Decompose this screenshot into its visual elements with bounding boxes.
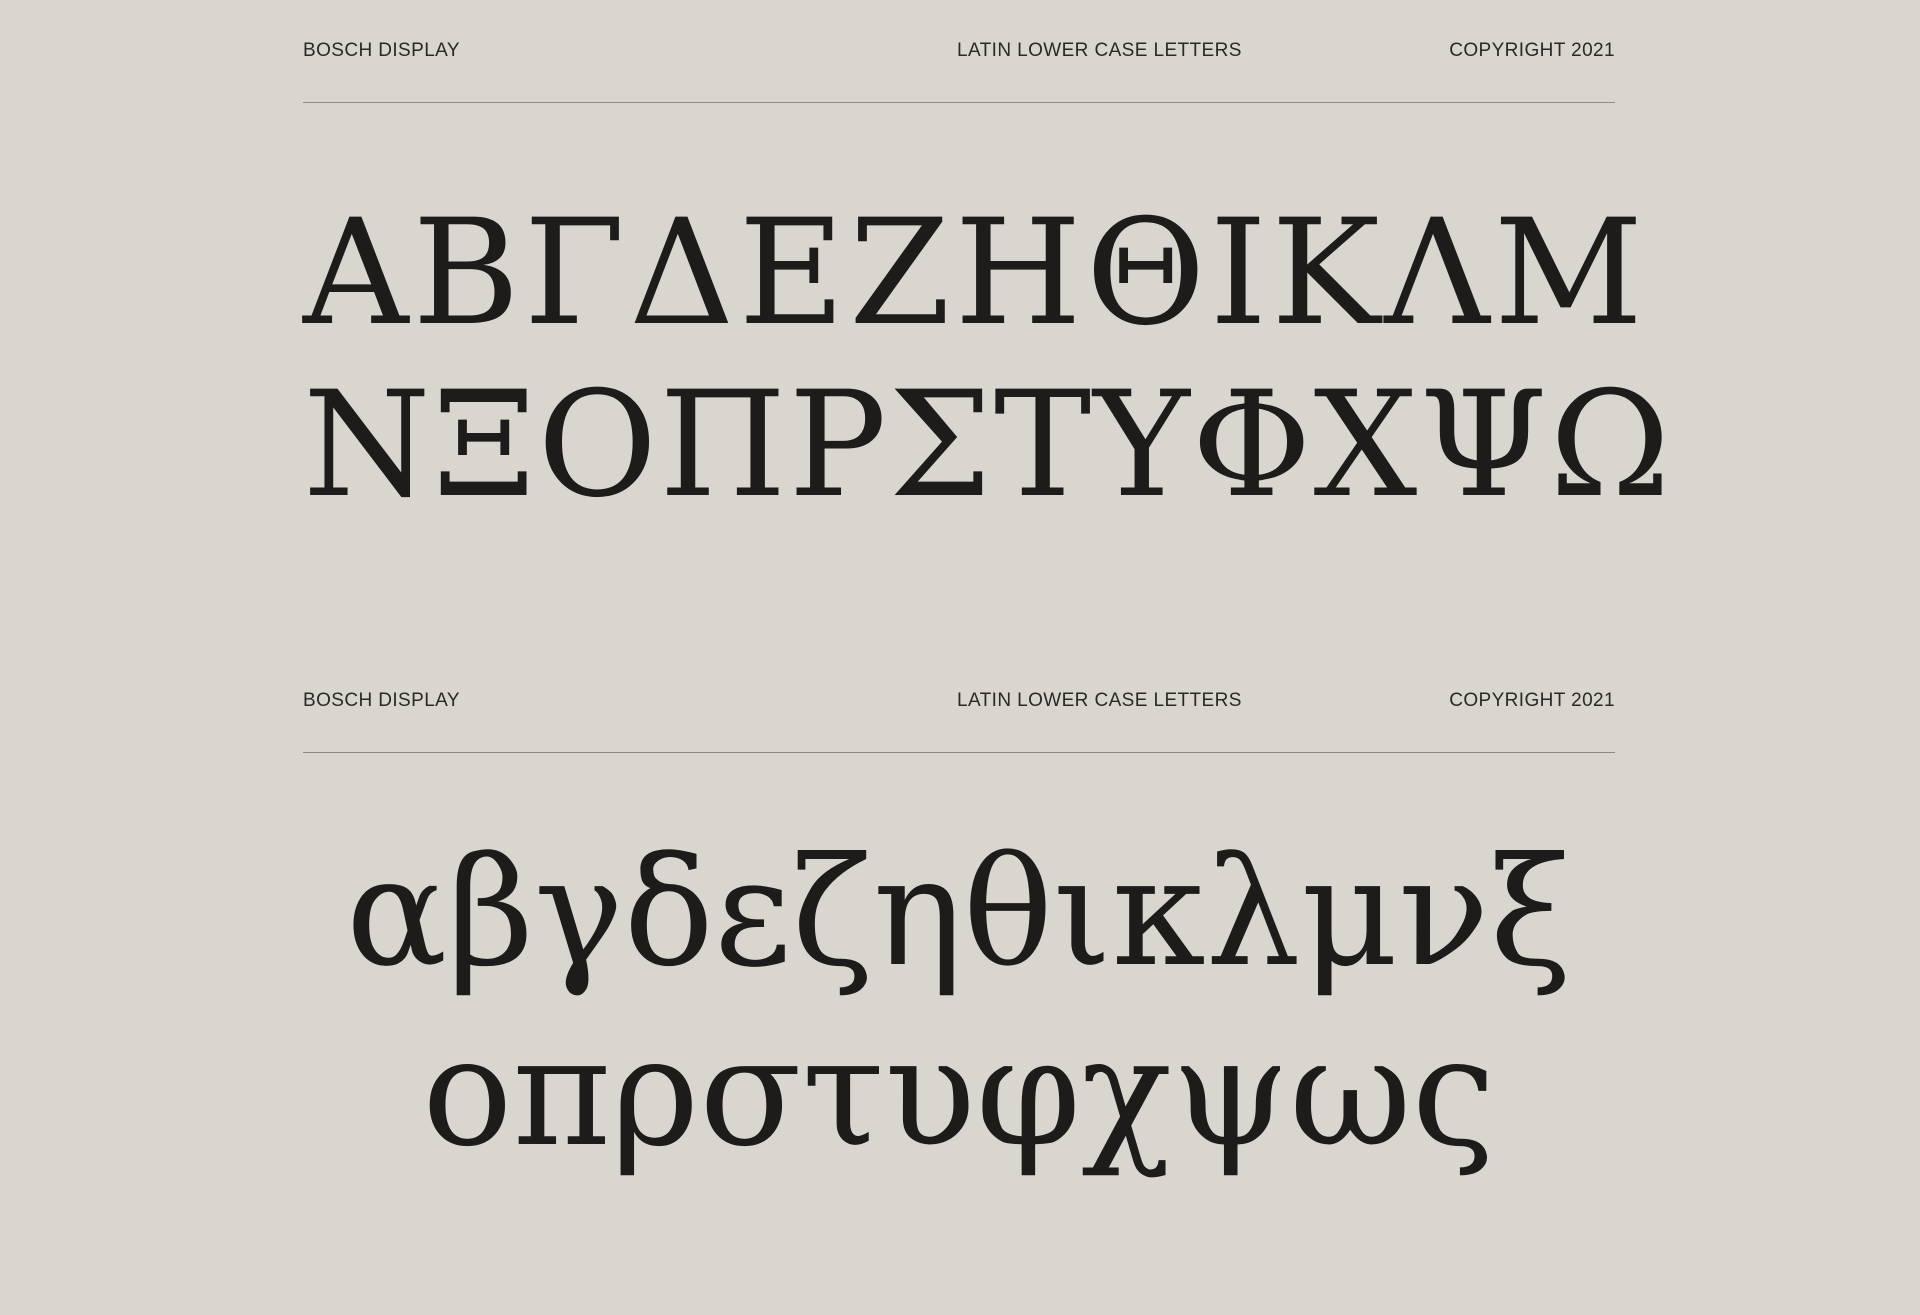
header-divider (303, 102, 1615, 103)
font-name-label: BOSCH DISPLAY (303, 690, 460, 711)
uppercase-glyph-row-1: ΑΒΓΔΕΖΗΘΙΚΛΜ (303, 188, 1648, 358)
copyright-label: COPYRIGHT 2021 (1449, 40, 1615, 61)
lowercase-glyph-row-2: οπρστυφχψως (422, 1006, 1496, 1180)
font-name-label: BOSCH DISPLAY (303, 40, 460, 61)
section-title-label: LATIN LOWER CASE LETTERS (957, 40, 1242, 61)
section-header: BOSCH DISPLAY LATIN LOWER CASE LETTERS C… (303, 690, 1615, 714)
lowercase-specimen-section: BOSCH DISPLAY LATIN LOWER CASE LETTERS C… (303, 650, 1615, 1315)
header-divider (303, 752, 1615, 753)
section-header: BOSCH DISPLAY LATIN LOWER CASE LETTERS C… (303, 40, 1615, 64)
uppercase-specimen-section: BOSCH DISPLAY LATIN LOWER CASE LETTERS C… (303, 0, 1673, 650)
section-title-label: LATIN LOWER CASE LETTERS (957, 690, 1242, 711)
specimen-page: BOSCH DISPLAY LATIN LOWER CASE LETTERS C… (0, 0, 1920, 1315)
lowercase-glyph-row-1: αβγδεζηθικλμνξ (345, 826, 1573, 1000)
copyright-label: COPYRIGHT 2021 (1449, 690, 1615, 711)
uppercase-glyph-row-2: ΝΞΟΠΡΣΤΥΦΧΨΩ (303, 360, 1673, 530)
